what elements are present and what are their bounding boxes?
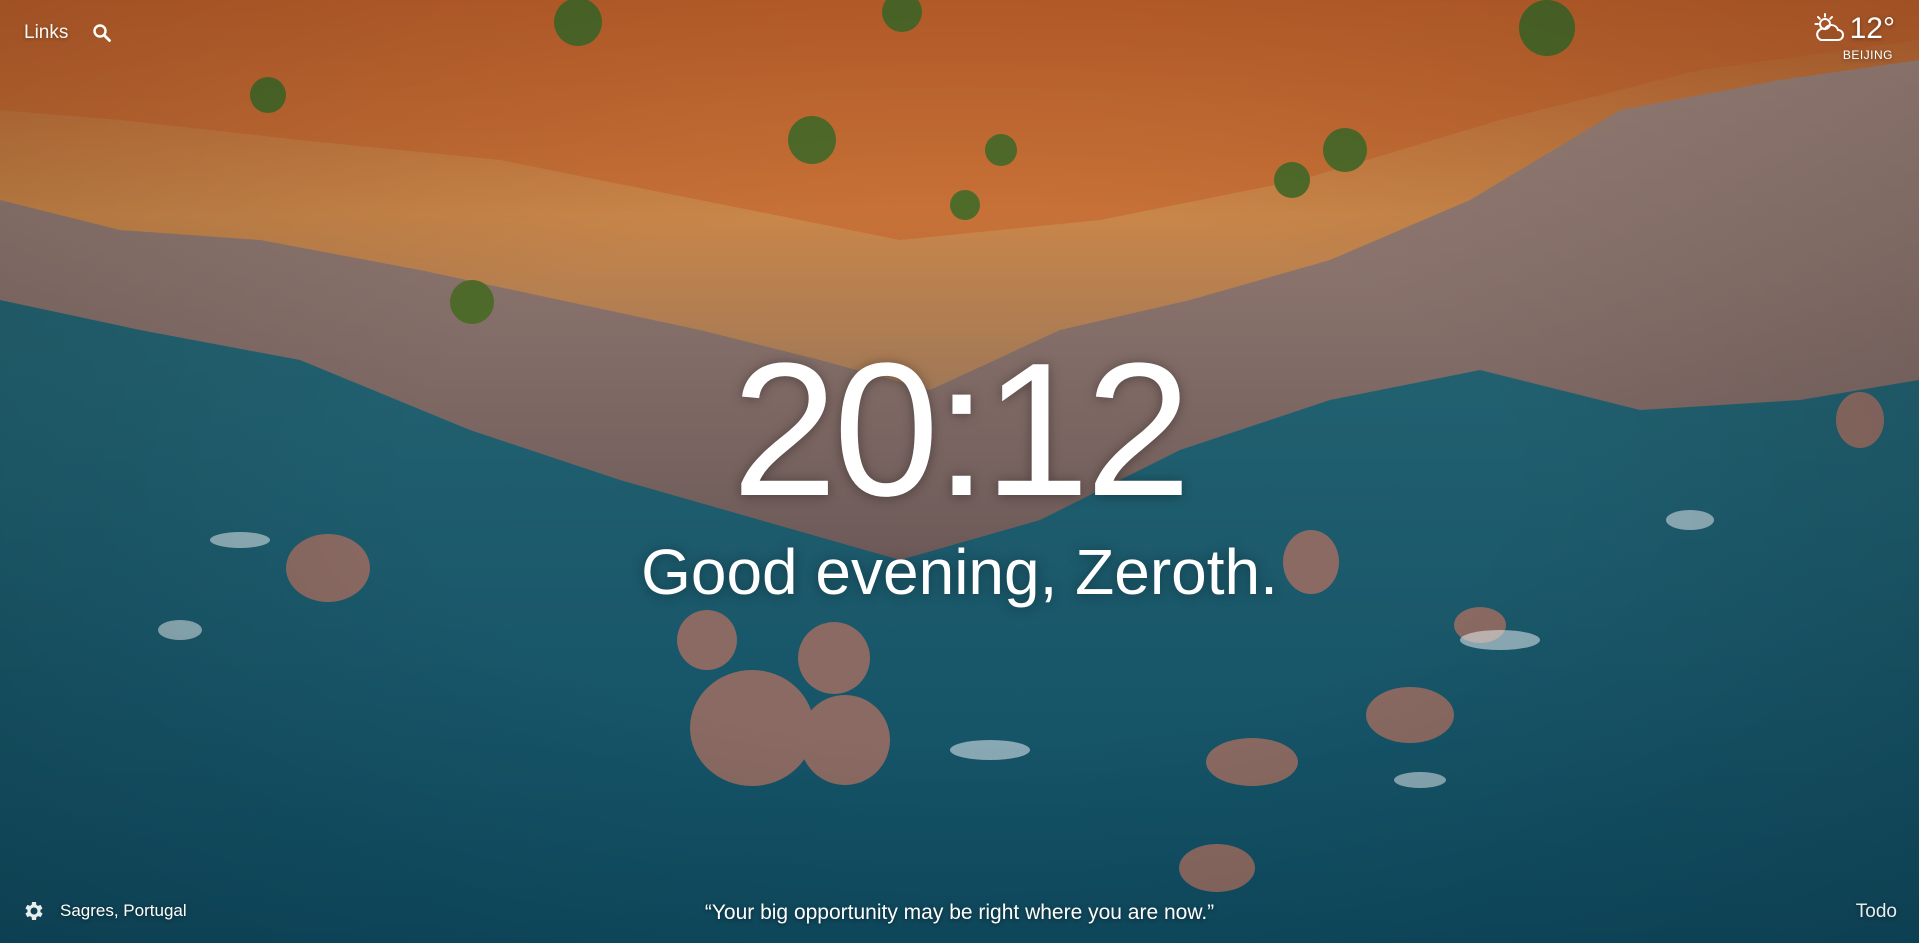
weather-row: 12° — [1812, 12, 1895, 46]
daily-quote[interactable]: “Your big opportunity may be right where… — [0, 901, 1919, 925]
links-button[interactable]: Links — [24, 22, 68, 44]
partly-cloudy-icon — [1812, 12, 1846, 46]
center-block: 20:12 Good evening, Zeroth. — [0, 324, 1919, 610]
search-icon[interactable] — [92, 23, 112, 43]
weather-location: BEIJING — [1842, 48, 1893, 62]
weather-widget[interactable]: 12° BEIJING — [1812, 12, 1895, 62]
top-left-bar: Links — [24, 22, 112, 44]
todo-button[interactable]: Todo — [1856, 901, 1897, 923]
clock-time: 20:12 — [731, 324, 1191, 536]
temperature: 12° — [1849, 12, 1895, 45]
greeting: Good evening, Zeroth. — [641, 536, 1278, 608]
